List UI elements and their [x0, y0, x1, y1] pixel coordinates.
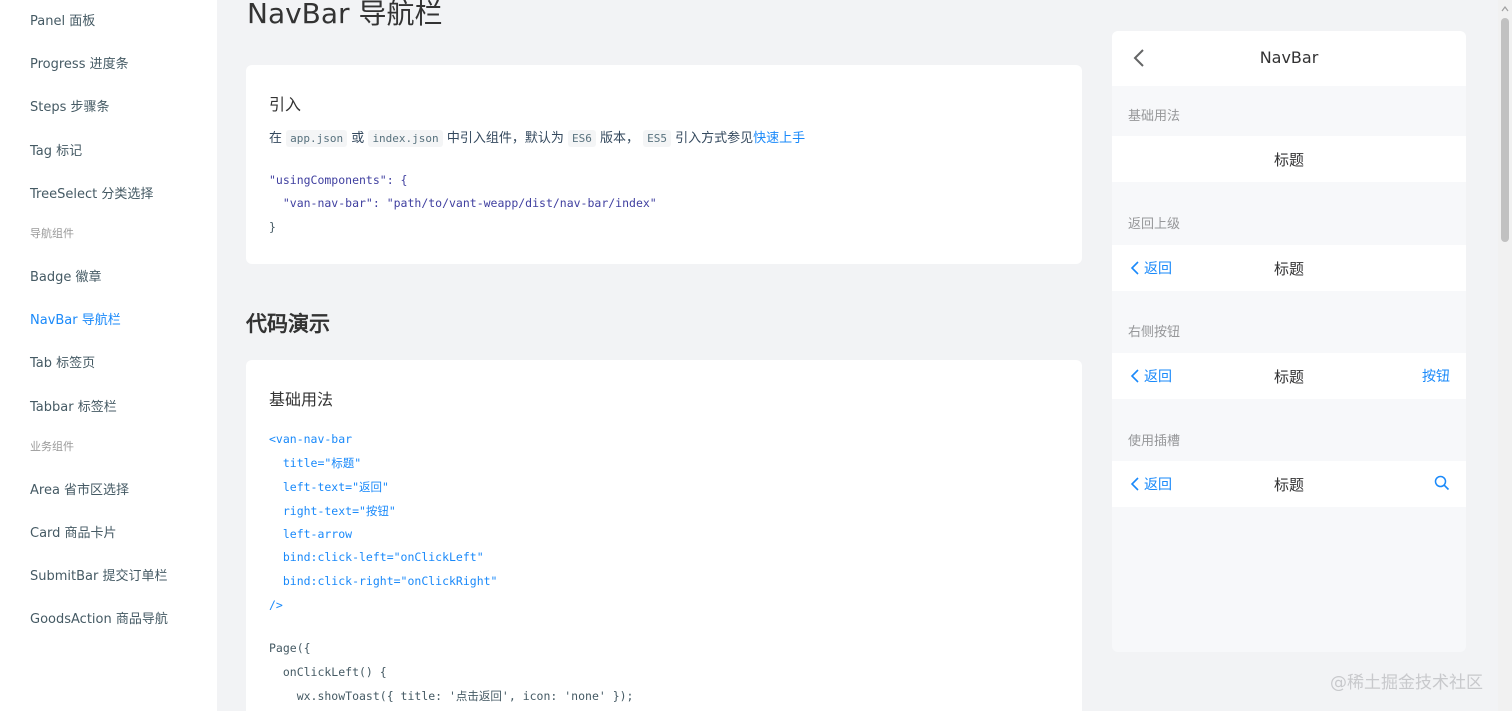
demo-title: 右侧按钮	[1128, 325, 1181, 340]
code-line: <van-nav-bar	[269, 432, 353, 446]
chevron-left-icon	[1130, 477, 1139, 491]
sidebar-group-business: 业务组件	[30, 440, 74, 453]
nav-bar-right-button[interactable]: 按钮	[1422, 366, 1450, 386]
sidebar-item-tag[interactable]: Tag 标记	[30, 140, 82, 159]
nav-bar-left-text: 返回	[1144, 369, 1172, 385]
intro-card: 引入 在 app.json 或 index.json 中引入组件，默认为 ES6…	[246, 65, 1082, 264]
sidebar-item-treeselect[interactable]: TreeSelect 分类选择	[30, 183, 153, 202]
sidebar-item-tabbar[interactable]: Tabbar 标签栏	[30, 396, 117, 415]
nav-bar-left[interactable]: 返回	[1130, 258, 1172, 278]
quickstart-link[interactable]: 快速上手	[753, 131, 805, 146]
demo-nav-bar: 返回 标题	[1112, 461, 1466, 507]
intro-text-2: 或	[351, 131, 365, 146]
code-line: bind:click-left="onClickLeft"	[269, 550, 484, 564]
demo-nav-bar: 标题	[1112, 136, 1466, 182]
code-line: />	[269, 598, 283, 612]
sidebar-nav: Panel 面板 Progress 进度条 Steps 步骤条 Tag 标记 T…	[0, 0, 217, 711]
page-scrollbar[interactable]	[1498, 0, 1512, 711]
code-line: bind:click-right="onClickRight"	[269, 574, 498, 588]
demo-title: 基础用法	[1128, 109, 1181, 124]
sidebar-group-navigation: 导航组件	[30, 227, 74, 240]
intro-text-1: 在	[269, 131, 283, 146]
intro-code-index-json: index.json	[368, 130, 443, 147]
intro-title: 引入	[269, 95, 302, 114]
simulator-header: NavBar	[1112, 31, 1466, 86]
chevron-left-icon	[1130, 261, 1139, 275]
sidebar-item-tab[interactable]: Tab 标签页	[30, 352, 95, 371]
code-line: left-arrow	[269, 527, 353, 541]
sidebar-item-steps[interactable]: Steps 步骤条	[30, 96, 110, 115]
scroll-up-icon[interactable]	[1501, 2, 1509, 16]
chevron-left-icon	[1130, 369, 1139, 383]
code-line: right-text="按钮"	[269, 504, 396, 518]
simulator-title: NavBar	[1259, 48, 1319, 67]
nav-bar-title: 标题	[1273, 151, 1304, 169]
basic-usage-card: 基础用法 <van-nav-bar title="标题" left-text="…	[246, 360, 1082, 711]
demo-nav-bar: 返回 标题 按钮	[1112, 353, 1466, 399]
basic-usage-title: 基础用法	[269, 390, 334, 409]
code-line: "van-nav-bar": "path/to/vant-weapp/dist/…	[269, 196, 657, 210]
sidebar-item-goodsaction[interactable]: GoodsAction 商品导航	[30, 608, 168, 627]
sidebar-item-panel[interactable]: Panel 面板	[30, 10, 95, 29]
code-line: title="标题"	[269, 456, 362, 470]
code-line: }	[269, 220, 276, 234]
watermark: @稀土掘金技术社区	[1330, 673, 1483, 693]
demo-title: 返回上级	[1128, 217, 1181, 232]
scrollbar-thumb[interactable]	[1501, 18, 1509, 242]
nav-bar-left[interactable]: 返回	[1130, 474, 1172, 494]
intro-text-3: 中引入组件，默认为	[446, 131, 564, 146]
sidebar-item-navbar[interactable]: NavBar 导航栏	[30, 309, 121, 328]
intro-text: 在 app.json 或 index.json 中引入组件，默认为 ES6 版本…	[269, 127, 805, 147]
sidebar-item-progress[interactable]: Progress 进度条	[30, 53, 129, 72]
page-title: NavBar 导航栏	[247, 0, 443, 30]
intro-code-es6: ES6	[567, 130, 596, 147]
mobile-simulator: NavBar 基础用法 标题 返回上级 返回 标题 右侧按钮 返回 标题 按钮 …	[1112, 31, 1466, 652]
demo-section-title: 代码演示	[246, 312, 330, 336]
code-line: onClickLeft() {	[269, 665, 387, 679]
code-line: "usingComponents": {	[269, 173, 408, 187]
demo-nav-bar: 返回 标题	[1112, 245, 1466, 291]
nav-bar-left-text: 返回	[1144, 261, 1172, 277]
code-line: wx.showToast({ title: '点击返回', icon: 'non…	[269, 689, 634, 703]
intro-code-es5: ES5	[643, 130, 672, 147]
nav-bar-left-text: 返回	[1144, 477, 1172, 493]
doc-content: NavBar 导航栏 引入 在 app.json 或 index.json 中引…	[217, 0, 1097, 711]
sidebar-item-badge[interactable]: Badge 徽章	[30, 266, 102, 285]
demo-title: 使用插槽	[1128, 434, 1181, 449]
code-line: left-text="返回"	[269, 480, 389, 494]
intro-code-app-json: app.json	[286, 130, 348, 147]
sidebar-item-area[interactable]: Area 省市区选择	[30, 479, 129, 498]
sidebar-item-card[interactable]: Card 商品卡片	[30, 522, 117, 541]
code-line: Page({	[269, 641, 311, 655]
nav-bar-left[interactable]: 返回	[1130, 366, 1172, 386]
intro-text-4: 版本，	[599, 131, 639, 146]
sidebar-item-submitbar[interactable]: SubmitBar 提交订单栏	[30, 565, 167, 584]
search-icon[interactable]	[1434, 475, 1450, 491]
intro-text-5: 引入方式参见	[675, 131, 754, 146]
